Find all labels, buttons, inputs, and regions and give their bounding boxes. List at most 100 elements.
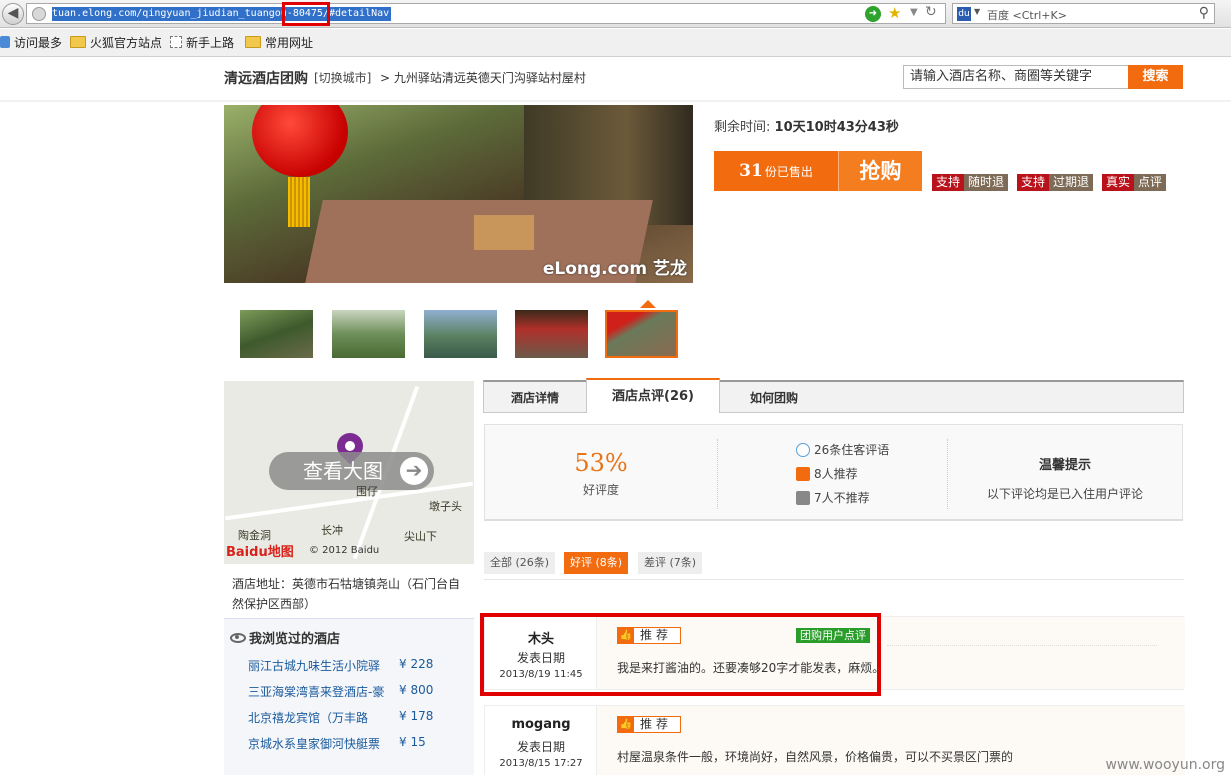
recommend-tag: 👍 推荐 <box>617 716 682 733</box>
thumbs-down-icon <box>796 491 810 505</box>
folder-icon <box>70 36 86 48</box>
tab-hotel-reviews[interactable]: 酒店点评(26) <box>586 378 720 413</box>
bookmarks-toolbar: 访问最多 火狐官方站点 新手上路 常用网址 <box>0 29 1231 57</box>
site-identity-icon[interactable] <box>32 7 46 21</box>
history-dropdown-icon[interactable]: ▼ <box>910 7 918 18</box>
viewed-hotels-title: 我浏览过的酒店 <box>230 628 340 647</box>
back-arrow-icon[interactable]: ◀ <box>2 3 24 25</box>
tip-title: 温馨提示 <box>1038 458 1091 473</box>
stat-recommend: 8人推荐 <box>796 465 858 482</box>
filter-negative[interactable]: 差评 (7条) <box>638 552 703 574</box>
review-highlight-box <box>480 613 881 696</box>
bookmark-icon <box>0 36 10 48</box>
badge-refund-anytime: 支持 随时退 <box>932 174 1009 191</box>
photo-lantern <box>252 105 348 177</box>
browser-toolbar: ◀ tuan.elong.com/qingyuan_jiudian_tuango… <box>0 0 1231 28</box>
page-icon <box>170 36 182 48</box>
site-header: 清远酒店团购 [切换城市] > 九州驿站清远英德天门沟驿站村屋村 请输入酒店名称… <box>0 58 1231 102</box>
map-label: 墩子头 <box>429 500 462 513</box>
detail-tabs: 酒店详情 酒店点评(26) 如何团购 <box>483 378 1184 413</box>
search-button[interactable]: 搜索 <box>1128 65 1183 89</box>
wooyun-watermark: www.wooyun.org <box>1105 757 1225 773</box>
photo-table <box>474 215 534 250</box>
search-engine-icon[interactable]: du <box>957 7 971 21</box>
review-author-block: mogang 发表日期 2013/8/15 17:27 <box>485 706 597 775</box>
browser-search-box[interactable]: du ▼ 百度 <Ctrl+K> ⚲ <box>952 3 1215 24</box>
hotel-main-photo: eLong.com 艺龙 <box>224 105 693 283</box>
review-body: 👍 推荐 村屋温泉条件一般，环境尚好，自然风景，价格偏贵，可以不买景区门票的 <box>596 706 1185 775</box>
map-label: 尖山下 <box>404 530 437 543</box>
stat-comments: 26条住客评语 <box>796 441 889 458</box>
bookmark-getting-started[interactable]: 新手上路 <box>170 35 234 51</box>
badge-refund-expired: 支持 过期退 <box>1017 174 1094 191</box>
thumbnail[interactable] <box>424 310 497 358</box>
map-copyright: © 2012 Baidu <box>309 545 380 556</box>
switch-city-link[interactable]: [切换城市] <box>314 69 371 86</box>
filter-all[interactable]: 全部 (26条) <box>484 552 556 574</box>
baidu-map[interactable]: 查看大图 ➔ 围仔 墩子头 长冲 尖山下 陶金洞 Baidu地图 © 2012 … <box>224 381 474 564</box>
review-author: mogang <box>511 717 571 732</box>
thumbnail[interactable] <box>515 310 588 358</box>
viewed-hotel-price: ¥ 178 <box>399 709 434 723</box>
reload-icon[interactable]: ↻ <box>925 4 937 20</box>
thumbs-up-icon: 👍 <box>618 717 634 732</box>
map-label: 围仔 <box>356 485 378 498</box>
selected-thumb-arrow <box>640 300 656 308</box>
view-large-map-button[interactable]: 查看大图 ➔ <box>269 452 434 490</box>
viewed-hotel-link[interactable]: 北京禧龙宾馆（万丰路 <box>248 709 368 726</box>
divider <box>887 645 1157 646</box>
viewed-hotels-panel: 我浏览过的酒店 丽江古城九味生活小院驿 ¥ 228 三亚海棠湾喜来登酒店-豪 ¥… <box>224 618 474 775</box>
viewed-hotel-price: ¥ 15 <box>399 735 426 749</box>
review-date-label: 发表日期 <box>516 740 565 754</box>
photo-tassel <box>288 177 310 227</box>
buy-box: 31 份已售出 抢购 <box>714 151 922 191</box>
bookmark-firefox-site[interactable]: 火狐官方站点 <box>70 35 162 51</box>
thumbs-up-icon <box>796 467 810 481</box>
thumbnail[interactable] <box>240 310 313 358</box>
hotel-address: 酒店地址：英德市石牯塘镇尧山（石门台自然保护区西部） <box>232 577 461 611</box>
good-rate-value: 53% <box>574 449 628 477</box>
browser-search-placeholder[interactable]: 百度 <Ctrl+K> <box>987 7 1067 23</box>
photo-thumbnails <box>224 300 694 362</box>
divider <box>484 579 1184 580</box>
url-id-highlight-box <box>282 2 330 26</box>
rating-summary: 53% 好评度 26条住客评语 8人推荐 7人不推荐 温馨提示 以下评论均是已入… <box>484 424 1183 521</box>
sold-count: 31 份已售出 <box>739 161 813 181</box>
review-item: mogang 发表日期 2013/8/15 17:27 👍 推荐 村屋温泉条件一般… <box>484 705 1185 775</box>
baidu-map-logo[interactable]: Baidu地图 <box>226 541 294 560</box>
thumbnail[interactable] <box>332 310 405 358</box>
divider <box>717 439 718 509</box>
tab-how-to-buy[interactable]: 如何团购 <box>720 382 828 413</box>
search-icon[interactable]: ⚲ <box>1199 5 1209 21</box>
hotel-search-input[interactable]: 请输入酒店名称、商圈等关键字 <box>903 65 1129 89</box>
url-text[interactable]: tuan.elong.com/qingyuan_jiudian_tuangou-… <box>52 7 392 21</box>
go-arrow-icon[interactable]: ➜ <box>865 6 881 22</box>
tip-text: 以下评论均是已入住用户评论 <box>986 487 1143 501</box>
viewed-hotel-link[interactable]: 三亚海棠湾喜来登酒店-豪 <box>248 683 384 700</box>
badge-real-review: 真实 点评 <box>1102 174 1167 191</box>
speech-bubble-icon <box>796 443 810 457</box>
viewed-hotel-link[interactable]: 丽江古城九味生活小院驿 <box>248 657 380 674</box>
tab-hotel-details[interactable]: 酒店详情 <box>484 382 586 413</box>
address-bar[interactable]: tuan.elong.com/qingyuan_jiudian_tuangou-… <box>26 2 946 26</box>
good-rate-label: 好评度 <box>582 483 619 497</box>
buy-now-button[interactable]: 抢购 <box>838 151 922 191</box>
map-label: 长冲 <box>321 524 343 537</box>
bookmark-common-sites[interactable]: 常用网址 <box>245 35 313 51</box>
engine-dropdown-icon[interactable]: ▼ <box>974 7 980 16</box>
bookmark-star-icon[interactable]: ★ <box>888 4 901 22</box>
viewed-hotel-price: ¥ 228 <box>399 657 434 671</box>
bookmark-most-visited[interactable]: 访问最多 <box>0 35 62 51</box>
thumbnail-selected[interactable] <box>605 310 678 358</box>
stat-not-recommend: 7人不推荐 <box>796 489 870 506</box>
remaining-time: 剩余时间: 10天10时43分43秒 <box>714 120 899 135</box>
filter-positive[interactable]: 好评 (8条) <box>564 552 629 574</box>
review-date: 2013/8/15 17:27 <box>499 758 583 769</box>
elong-watermark: eLong.com 艺龙 <box>542 259 687 279</box>
viewed-hotel-link[interactable]: 京城水系皇家御河快艇票 <box>248 735 380 752</box>
viewed-hotel-price: ¥ 800 <box>399 683 434 697</box>
site-title: 清远酒店团购 <box>224 71 308 87</box>
breadcrumb: > 九州驿站清远英德天门沟驿站村屋村 <box>380 71 586 85</box>
review-text: 村屋温泉条件一般，环境尚好，自然风景，价格偏贵，可以不买景区门票的 <box>617 750 1014 764</box>
arrow-right-icon: ➔ <box>400 457 428 485</box>
